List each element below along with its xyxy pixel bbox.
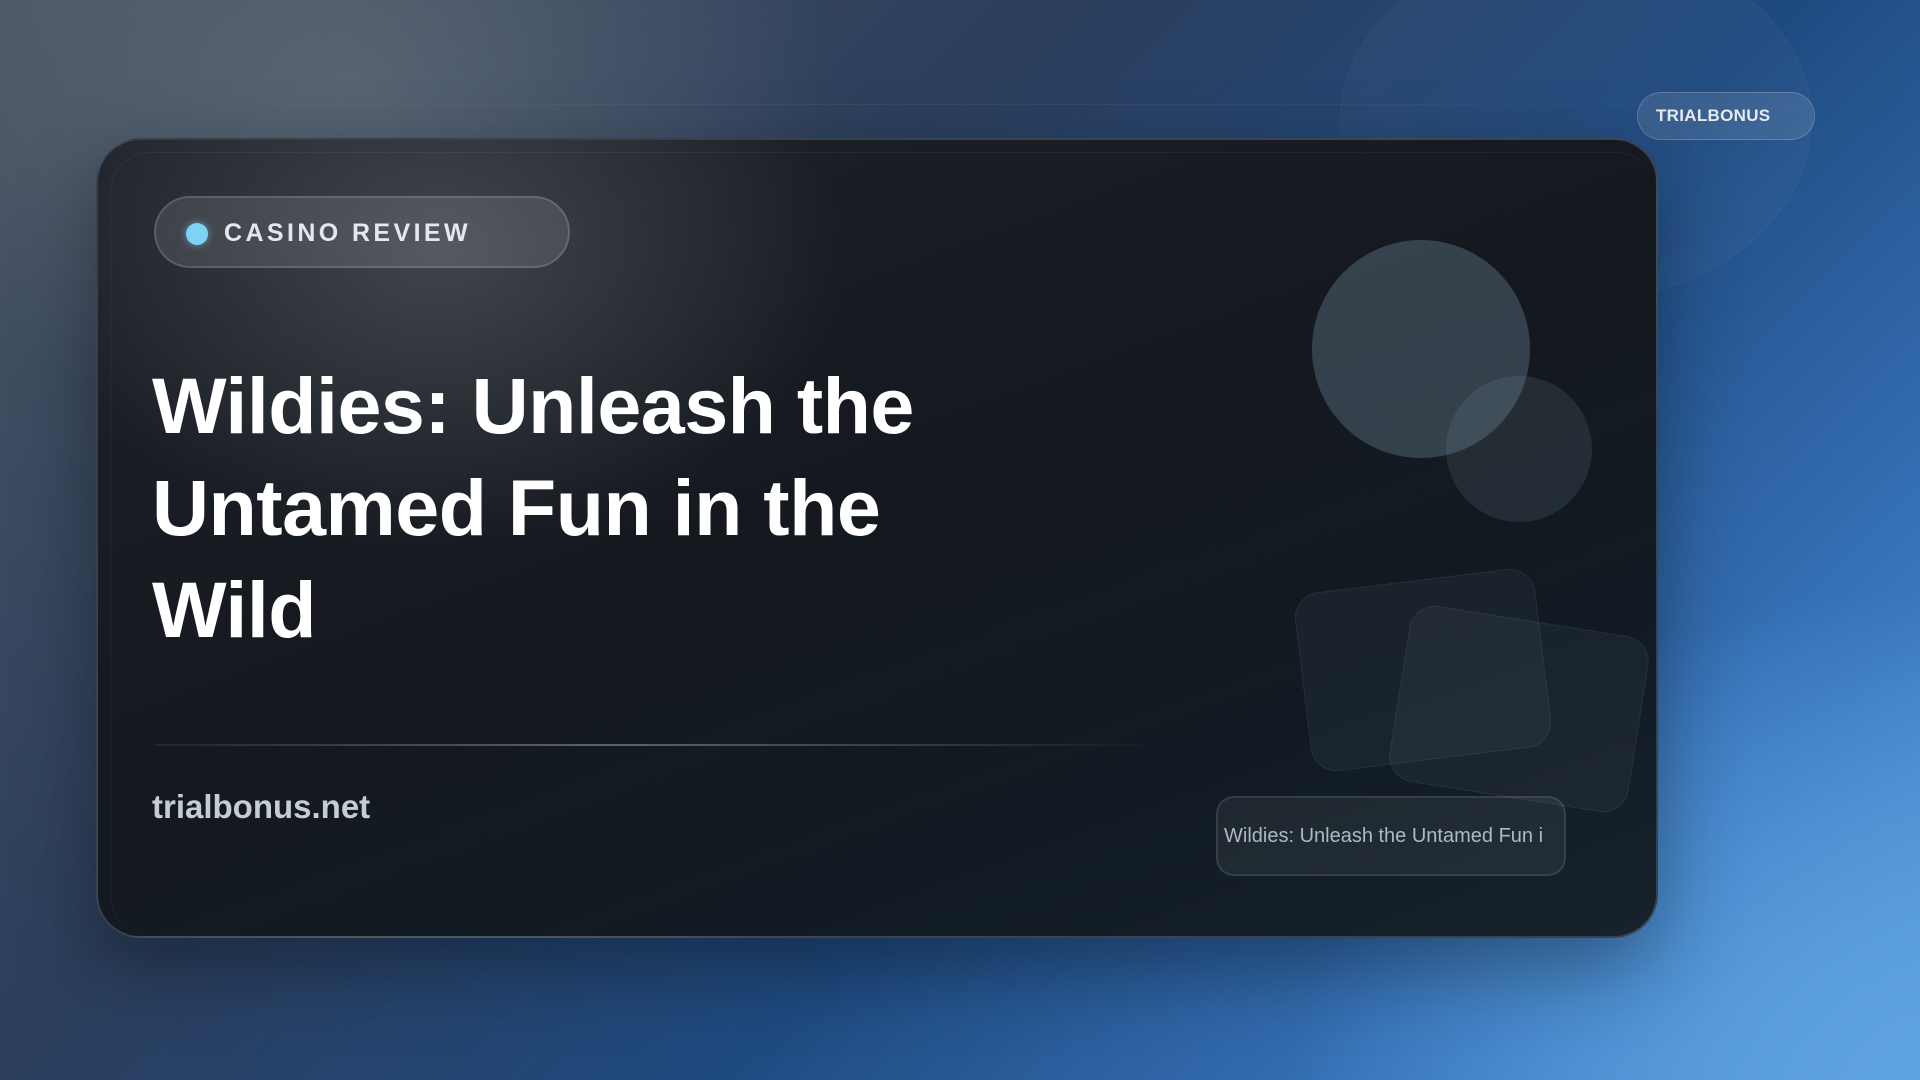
status-dot-icon (186, 223, 208, 245)
page-title: Wildies: Unleash the Untamed Fun in the … (152, 361, 914, 654)
category-tag: CASINO REVIEW (154, 196, 570, 268)
site-domain: trialbonus.net (152, 788, 371, 825)
category-tag-label: CASINO REVIEW (224, 219, 471, 247)
background-line (0, 104, 1920, 105)
decorative-circle-small (1446, 376, 1592, 522)
decorative-card-shape (1385, 602, 1653, 816)
title-caption: Wildies: Unleash the Untamed Fun i (1216, 796, 1566, 876)
brand-badge: TRIALBONUS (1637, 92, 1815, 140)
review-card: CASINO REVIEW Wildies: Unleash the Untam… (96, 138, 1658, 938)
divider (154, 744, 1164, 746)
